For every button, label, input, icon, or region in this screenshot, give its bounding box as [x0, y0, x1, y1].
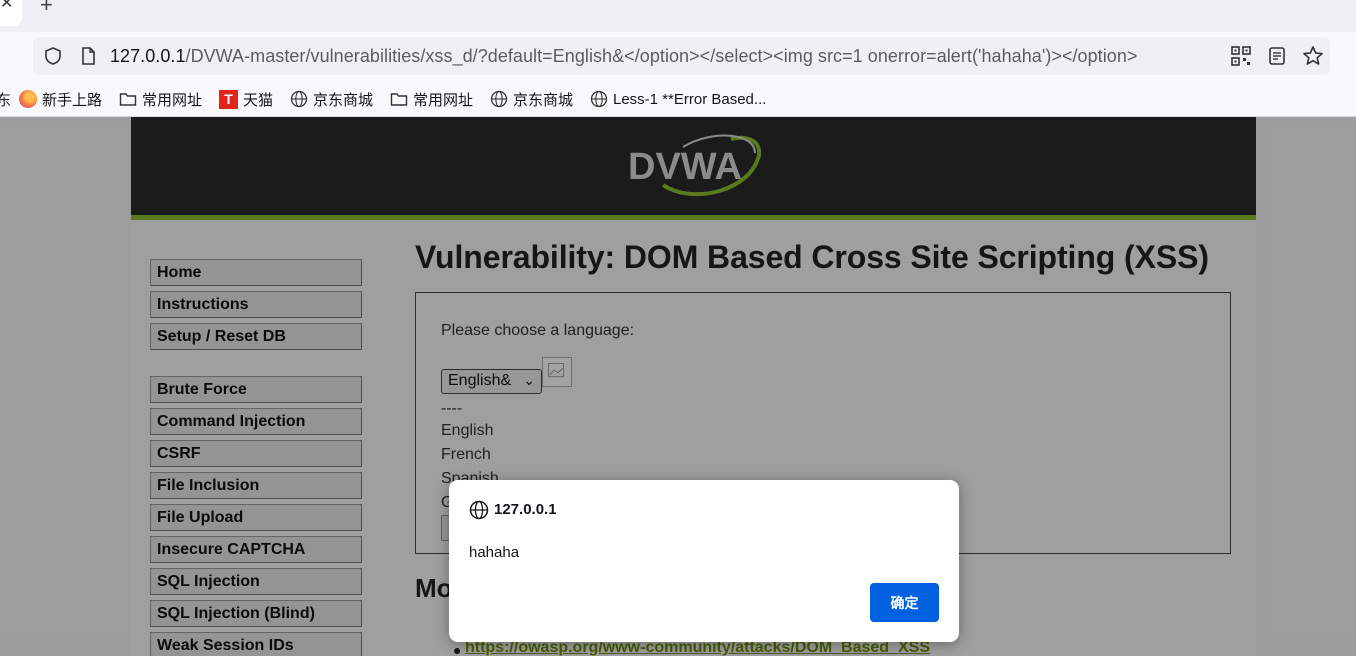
globe-icon	[590, 90, 608, 108]
dialog-origin: 127.0.0.1	[494, 501, 557, 518]
globe-icon	[290, 90, 308, 108]
alert-dialog: 127.0.0.1 hahaha 确定	[449, 480, 959, 642]
page-info-icon[interactable]	[78, 46, 98, 66]
bookmark-folder[interactable]: 常用网址	[390, 89, 473, 109]
bookmark-item[interactable]: T 天猫	[219, 89, 273, 109]
reader-view-icon[interactable]	[1266, 45, 1288, 67]
bookmark-label: 新手上路	[42, 91, 103, 109]
dialog-message: hahaha	[469, 544, 520, 561]
folder-icon	[119, 93, 137, 106]
bookmark-item[interactable]: Less-1 **Error Based...	[590, 89, 766, 109]
ok-button[interactable]: 确定	[870, 583, 939, 622]
bookmark-item[interactable]: 新手上路	[19, 89, 102, 109]
bookmark-item[interactable]: 京东商城	[490, 89, 573, 109]
url-host: 127.0.0.1	[110, 46, 186, 66]
bookmark-label: 天猫	[243, 91, 274, 109]
tracking-shield-icon[interactable]	[43, 46, 63, 66]
globe-icon	[469, 500, 489, 520]
tab-strip: ✕ +	[0, 0, 1356, 32]
navigation-bar: 127.0.0.1/DVWA-master/vulnerabilities/xs…	[0, 32, 1356, 80]
bookmark-star-icon[interactable]	[1302, 45, 1324, 67]
new-tab-icon[interactable]: +	[40, 0, 53, 17]
globe-icon	[490, 90, 508, 108]
close-tab-icon[interactable]: ✕	[0, 0, 13, 14]
address-bar-actions	[1230, 45, 1324, 67]
bookmark-label: Less-1 **Error Based...	[613, 90, 767, 108]
bookmarks-toolbar: 东 新手上路 常用网址 T 天猫 京东商城 常用网址 京东商城 Less-1 *…	[0, 80, 1356, 117]
bookmark-folder[interactable]: 常用网址	[119, 89, 202, 109]
bookmark-label: 京东商城	[513, 91, 574, 109]
tmall-icon: T	[219, 89, 238, 109]
url-text[interactable]: 127.0.0.1/DVWA-master/vulnerabilities/xs…	[110, 46, 1137, 67]
address-bar[interactable]: 127.0.0.1/DVWA-master/vulnerabilities/xs…	[33, 37, 1330, 75]
bookmark-truncated[interactable]: 东	[0, 89, 11, 110]
bookmark-label: 常用网址	[142, 91, 203, 109]
firefox-icon	[19, 90, 37, 108]
bookmark-label: 京东商城	[313, 91, 374, 109]
bookmark-item[interactable]: 京东商城	[290, 89, 373, 109]
active-tab[interactable]: ✕	[0, 0, 22, 26]
bookmark-label: 常用网址	[413, 91, 474, 109]
folder-icon	[390, 93, 408, 106]
url-path: /DVWA-master/vulnerabilities/xss_d/?defa…	[185, 46, 1138, 66]
qr-code-icon[interactable]	[1230, 45, 1252, 67]
